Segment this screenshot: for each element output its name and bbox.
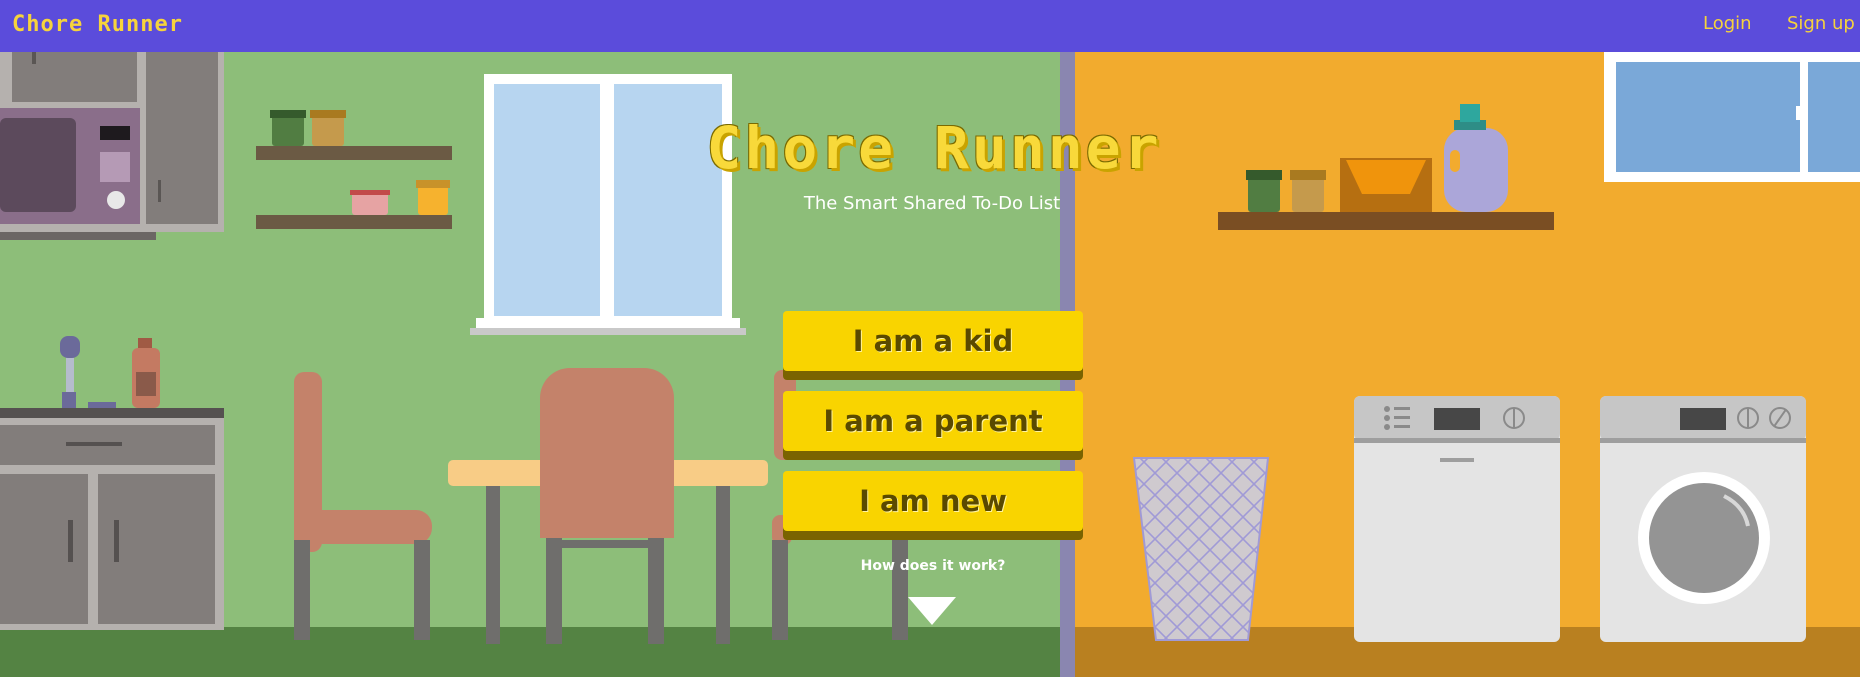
brand-logo[interactable]: Chore Runner [12, 12, 183, 37]
login-link[interactable]: Login [1703, 13, 1752, 34]
laundry-window [1604, 52, 1860, 182]
upper-cabinet [0, 52, 224, 240]
kid-button[interactable]: I am a kid [783, 311, 1083, 371]
parent-button[interactable]: I am a parent [783, 391, 1083, 451]
washing-machine [1600, 396, 1806, 642]
how-it-works-link[interactable]: How does it work? [830, 558, 1036, 574]
chevron-down-icon[interactable] [908, 597, 956, 625]
hero-title: Chore Runner [706, 114, 1162, 182]
new-user-button[interactable]: I am new [783, 471, 1083, 531]
signup-link[interactable]: Sign up [1787, 13, 1855, 34]
hero-subtitle: The Smart Shared To-Do List [803, 193, 1061, 214]
waste-basket [1132, 457, 1270, 641]
top-nav: Chore Runner Login Sign up [0, 0, 1860, 52]
dishwasher [1354, 396, 1560, 642]
